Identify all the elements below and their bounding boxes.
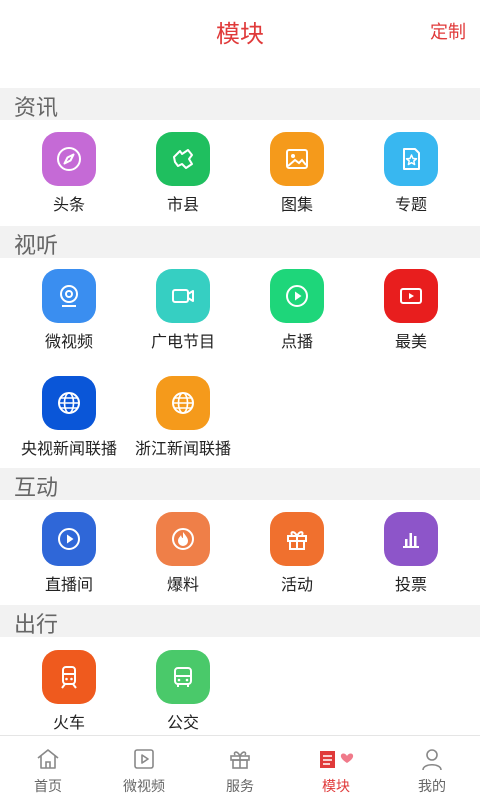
module-tip-off[interactable]: 爆料 bbox=[128, 512, 238, 595]
module-label: 头条 bbox=[52, 195, 85, 214]
module-label: 公交 bbox=[166, 713, 199, 732]
module-label: 图集 bbox=[280, 195, 313, 214]
section-title: 出行 bbox=[14, 613, 59, 638]
tab-label: 微视频 bbox=[123, 779, 165, 795]
webcam-icon bbox=[42, 269, 96, 323]
image-icon bbox=[270, 132, 324, 186]
tab-label: 模块 bbox=[322, 779, 350, 795]
module-most-beautiful[interactable]: 最美 bbox=[356, 269, 466, 352]
module-label: 市县 bbox=[166, 195, 199, 214]
module-label: 微视频 bbox=[44, 332, 93, 351]
gift-icon bbox=[192, 746, 288, 772]
module-zhejiang-news[interactable]: 浙江新闻联播 bbox=[128, 376, 238, 459]
section-title: 互动 bbox=[14, 476, 59, 501]
tab-home[interactable]: 首页 bbox=[0, 736, 96, 800]
module-bus[interactable]: 公交 bbox=[128, 650, 238, 733]
tab-label: 我的 bbox=[418, 779, 446, 795]
module-label: 火车 bbox=[52, 713, 85, 732]
module-label: 央视新闻联播 bbox=[20, 439, 117, 458]
fire-icon bbox=[156, 512, 210, 566]
module-counties[interactable]: 市县 bbox=[128, 132, 238, 215]
section-header-interaction: 互动 bbox=[0, 468, 480, 501]
tab-label: 服务 bbox=[226, 779, 254, 795]
globe-icon bbox=[156, 376, 210, 430]
tab-modules[interactable]: 模块 bbox=[288, 736, 384, 800]
gift-icon bbox=[270, 512, 324, 566]
user-icon bbox=[384, 746, 480, 772]
train-icon bbox=[42, 650, 96, 704]
module-live-room[interactable]: 直播间 bbox=[14, 512, 124, 595]
module-label: 直播间 bbox=[44, 575, 93, 594]
section-header-travel: 出行 bbox=[0, 605, 480, 638]
module-topics[interactable]: 专题 bbox=[356, 132, 466, 215]
tab-services[interactable]: 服务 bbox=[192, 736, 288, 800]
section-header-news: 资讯 bbox=[0, 88, 480, 121]
bar-chart-icon bbox=[384, 512, 438, 566]
module-label: 专题 bbox=[394, 195, 427, 214]
module-events[interactable]: 活动 bbox=[242, 512, 352, 595]
module-train[interactable]: 火车 bbox=[14, 650, 124, 733]
compass-icon bbox=[42, 132, 96, 186]
module-label: 活动 bbox=[280, 575, 313, 594]
module-cctv-news[interactable]: 央视新闻联播 bbox=[14, 376, 124, 459]
play-circle-icon bbox=[42, 512, 96, 566]
play-rect-icon bbox=[384, 269, 438, 323]
module-gallery[interactable]: 图集 bbox=[242, 132, 352, 215]
tab-mine[interactable]: 我的 bbox=[384, 736, 480, 800]
section-title: 资讯 bbox=[14, 96, 59, 121]
bottom-tab-bar: 首页 微视频 服务 模块 我的 bbox=[0, 735, 480, 800]
section-title: 视听 bbox=[14, 234, 59, 259]
tab-label: 首页 bbox=[34, 779, 62, 795]
module-vote[interactable]: 投票 bbox=[356, 512, 466, 595]
module-label: 最美 bbox=[394, 332, 427, 351]
module-label: 浙江新闻联播 bbox=[134, 439, 231, 458]
map-region-icon bbox=[156, 132, 210, 186]
video-icon bbox=[96, 746, 192, 772]
module-headlines[interactable]: 头条 bbox=[14, 132, 124, 215]
globe-icon bbox=[42, 376, 96, 430]
modules-icon bbox=[288, 746, 384, 772]
section-header-audiovisual: 视听 bbox=[0, 226, 480, 259]
star-doc-icon bbox=[384, 132, 438, 186]
bus-icon bbox=[156, 650, 210, 704]
module-broadcast-programs[interactable]: 广电节目 bbox=[128, 269, 238, 352]
tab-micro-video[interactable]: 微视频 bbox=[96, 736, 192, 800]
module-label: 爆料 bbox=[166, 575, 199, 594]
top-bar: 模块 定制 bbox=[0, 0, 480, 60]
module-label: 点播 bbox=[280, 332, 313, 351]
module-label: 广电节目 bbox=[150, 332, 215, 351]
module-micro-video[interactable]: 微视频 bbox=[14, 269, 124, 352]
play-circle-icon bbox=[270, 269, 324, 323]
customize-button[interactable]: 定制 bbox=[430, 18, 466, 44]
page-title: 模块 bbox=[216, 20, 264, 48]
module-label: 投票 bbox=[394, 575, 427, 594]
module-on-demand[interactable]: 点播 bbox=[242, 269, 352, 352]
home-icon bbox=[0, 746, 96, 772]
video-camera-icon bbox=[156, 269, 210, 323]
